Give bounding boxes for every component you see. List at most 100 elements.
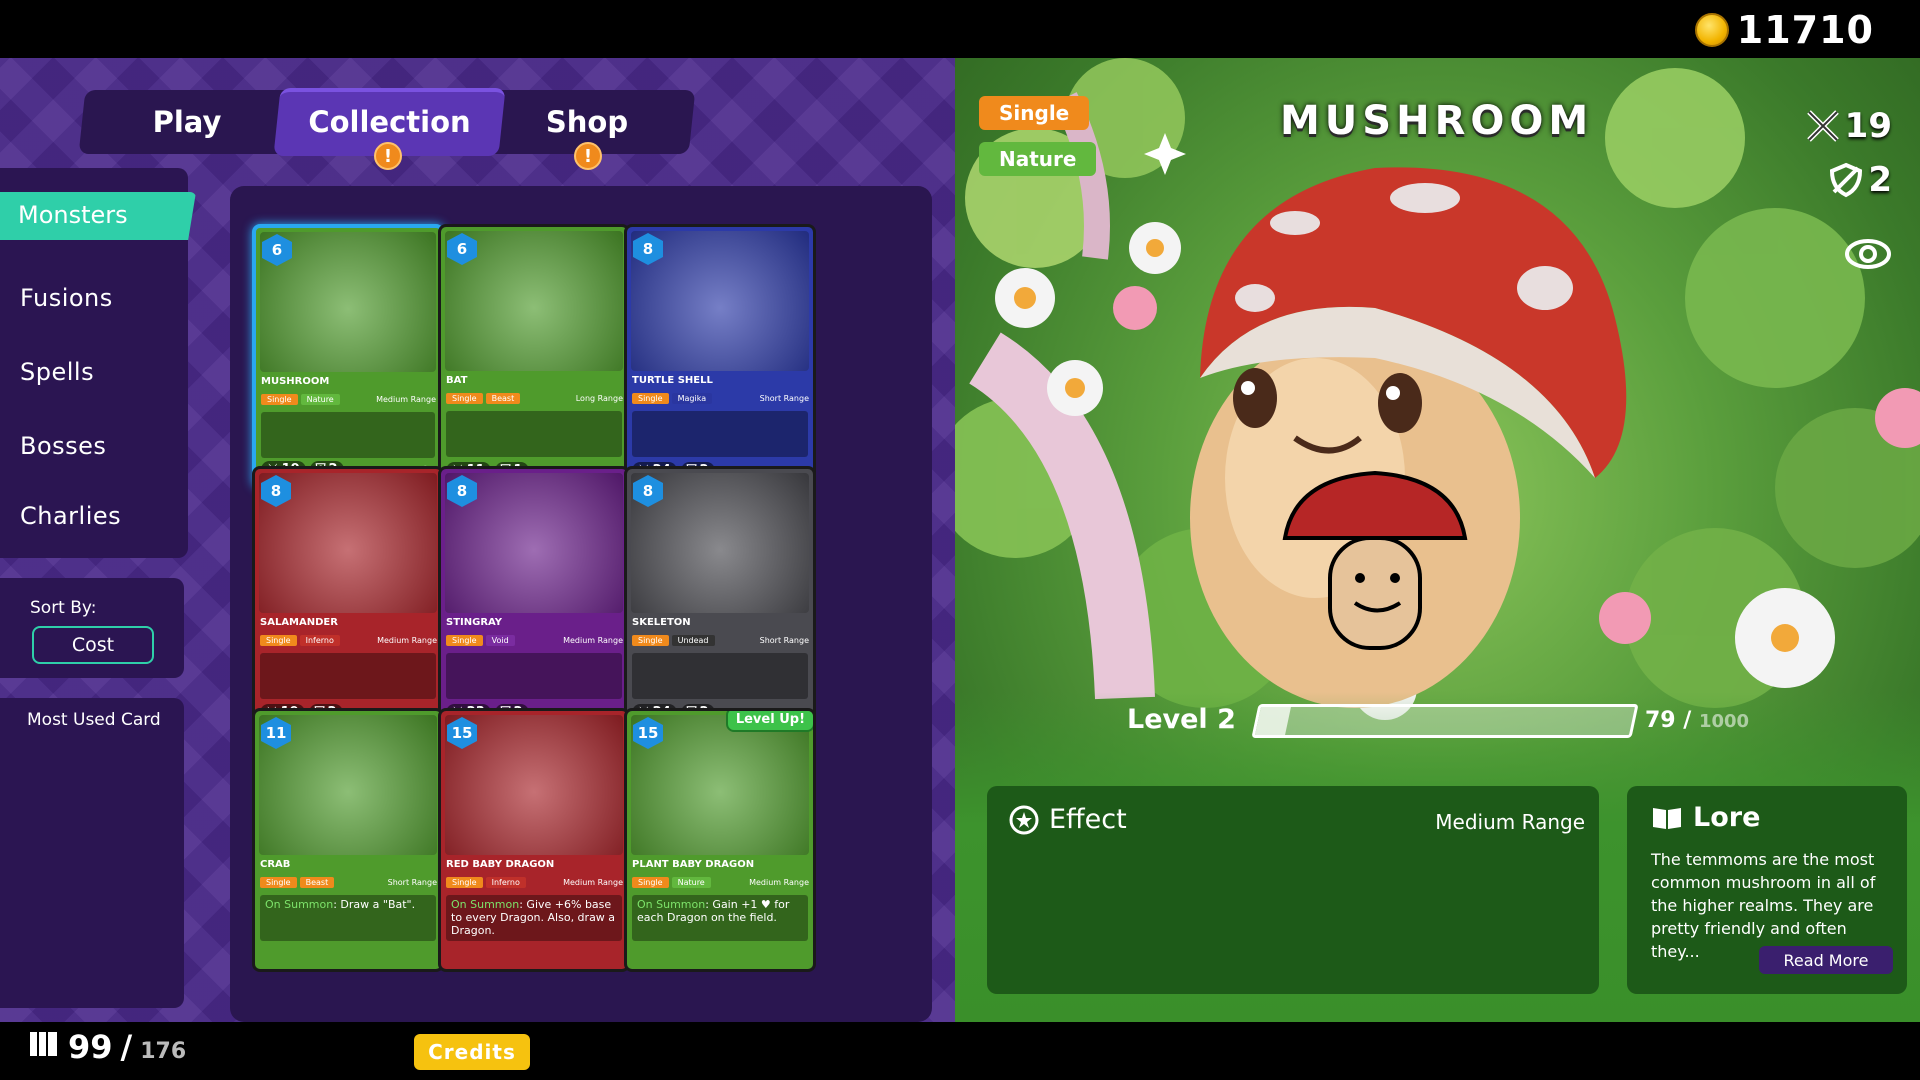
card-name: CRAB <box>260 859 291 870</box>
credits-button[interactable]: Credits <box>414 1034 530 1070</box>
xp-text: 79 / 1000 <box>1645 708 1749 733</box>
card-effect-box <box>261 412 435 458</box>
sort-panel: Sort By: Cost <box>0 578 184 678</box>
card-range: Long Range <box>575 393 623 403</box>
card-tag: Single <box>260 634 297 646</box>
card-tag: Nature <box>300 393 340 405</box>
read-more-button[interactable]: Read More <box>1759 946 1893 974</box>
owned-count: 99 <box>68 1028 113 1066</box>
monster-title: MUSHROOM <box>1280 98 1594 144</box>
card-tags: Single Void Medium Range <box>446 633 623 647</box>
count-separator: / <box>120 1028 133 1066</box>
card-tag: Inferno <box>485 876 526 888</box>
xp-progress-bar <box>1251 704 1639 738</box>
tab-play[interactable]: Play <box>102 90 272 154</box>
category-sidebar: Monsters Fusions Spells Bosses Charlies <box>0 168 196 558</box>
most-used-label: Most Used Card <box>27 710 161 730</box>
card-tag: Inferno <box>299 634 340 646</box>
health-value: 2 <box>1868 160 1892 200</box>
book-icon <box>1653 807 1681 829</box>
card-effect-box <box>446 653 622 699</box>
card-tags: Single Undead Short Range <box>632 633 809 647</box>
monster-card[interactable]: 6BATSingleBeastLong Range⚔11⛨1+ <box>438 224 630 488</box>
card-grid: 6MUSHROOMSingleNatureMedium Range⚔19⛨2+6… <box>230 186 932 1022</box>
card-range: Short Range <box>759 393 809 403</box>
effect-header: Effect <box>1009 804 1127 835</box>
level-up-badge: Level Up! <box>725 711 813 732</box>
crossed-swords-icon <box>1806 110 1839 142</box>
xp-max: 1000 <box>1698 711 1750 732</box>
sidebar-item-fusions[interactable]: Fusions <box>20 284 113 312</box>
card-detail-panel: Single Nature MUSHROOM 19 2 Level 2 79 /… <box>955 58 1920 1022</box>
most-used-panel: Most Used Card <box>0 698 184 1008</box>
monster-card[interactable]: 8STINGRAYSingleVoidMedium Range⚔23⛨2+ <box>438 466 630 730</box>
card-effect-box: On Summon: Gain +1 ♥ for each Dragon on … <box>632 895 808 941</box>
card-range: Short Range <box>387 877 437 887</box>
card-effect-box: On Summon: Give +6% base to every Dragon… <box>446 895 622 941</box>
collection-count: 99 / 176 <box>28 1028 186 1066</box>
card-name: TURTLE SHELL <box>632 375 713 386</box>
coin-counter: 11710 <box>1694 8 1874 52</box>
health-stat: 2 <box>1828 160 1892 200</box>
card-tag: Single <box>632 876 669 888</box>
monster-card[interactable]: 8SKELETONSingleUndeadShort Range⚔24⛨2+ <box>624 466 816 730</box>
card-tag: Magika <box>671 392 713 404</box>
card-tag: Single <box>632 634 669 646</box>
monster-card[interactable]: 11 CRAB Single Beast Short Range On Summon: D… <box>252 708 444 972</box>
card-tag: Single <box>446 634 483 646</box>
card-name: STINGRAY <box>446 617 503 628</box>
effect-label: Effect <box>1049 804 1127 835</box>
monster-card[interactable]: 8TURTLE SHELLSingleMagikaShort Range⚔24⛨… <box>624 224 816 488</box>
card-tag: Single <box>632 392 669 404</box>
card-effect-box <box>632 653 808 699</box>
card-range: Medium Range <box>563 635 623 645</box>
card-effect-text: : Draw a "Bat". <box>333 898 416 911</box>
card-range: Medium Range <box>377 635 437 645</box>
card-range: Medium Range <box>563 877 623 887</box>
card-tag: Single <box>261 393 298 405</box>
card-range: Medium Range <box>749 877 809 887</box>
sidebar-item-spells[interactable]: Spells <box>20 358 94 386</box>
eye-icon[interactable] <box>1844 234 1892 274</box>
bottom-bar: 99 / 176 Credits <box>0 1022 1920 1080</box>
collection-panel: Play Collection Shop ! ! Monsters Fusion… <box>0 58 955 1022</box>
card-tag: Void <box>485 634 515 646</box>
card-name: SALAMANDER <box>260 617 338 628</box>
type-tag-single: Single <box>979 96 1090 130</box>
sidebar-item-charlies[interactable]: Charlies <box>20 502 121 530</box>
card-tag: Undead <box>671 634 715 646</box>
card-effect-trigger: On Summon <box>637 898 706 911</box>
card-tag: Single <box>260 876 297 888</box>
card-tags: Single Beast Short Range <box>260 875 437 889</box>
card-name: SKELETON <box>632 617 691 628</box>
tab-collection-label: Collection <box>308 105 471 139</box>
card-effect-box: On Summon: Draw a "Bat". <box>260 895 436 941</box>
lore-header: Lore <box>1651 802 1760 833</box>
sort-label: Sort By: <box>30 598 97 618</box>
effect-panel: Effect Medium Range <box>987 786 1599 994</box>
monster-card[interactable]: 15 RED BABY DRAGON Single Inferno Medium Ran… <box>438 708 630 972</box>
tab-shop-label: Shop <box>545 105 629 139</box>
card-tag: Single <box>446 876 483 888</box>
shop-alert-icon: ! <box>574 142 602 170</box>
monster-card[interactable]: 15 Level Up! PLANT BABY DRAGON Single Nature… <box>624 708 816 972</box>
sort-button[interactable]: Cost <box>32 626 154 664</box>
monster-card[interactable]: 6MUSHROOMSingleNatureMedium Range⚔19⛨2+ <box>252 224 444 488</box>
level-label: Level 2 <box>1127 704 1236 735</box>
card-tags: Single Nature Medium Range <box>632 875 809 889</box>
card-effect-box <box>632 411 808 457</box>
monster-card[interactable]: 8SALAMANDERSingleInfernoMedium Range⚔19⛨… <box>252 466 444 730</box>
sidebar-item-label: Monsters <box>18 201 128 229</box>
cards-icon <box>30 1032 57 1056</box>
sidebar-item-monsters[interactable]: Monsters <box>0 192 196 240</box>
card-tag: Nature <box>671 876 711 888</box>
card-effect-trigger: On Summon <box>451 898 520 911</box>
card-tag: Beast <box>485 392 521 404</box>
xp-progress-fill <box>1255 707 1291 735</box>
card-tags: Single Magika Short Range <box>632 391 809 405</box>
gold-coin-icon <box>1694 13 1729 47</box>
card-tag: Beast <box>299 876 335 888</box>
card-name: MUSHROOM <box>261 376 330 387</box>
lore-panel: Lore The temmoms are the most common mus… <box>1627 786 1907 994</box>
sidebar-item-bosses[interactable]: Bosses <box>20 432 106 460</box>
